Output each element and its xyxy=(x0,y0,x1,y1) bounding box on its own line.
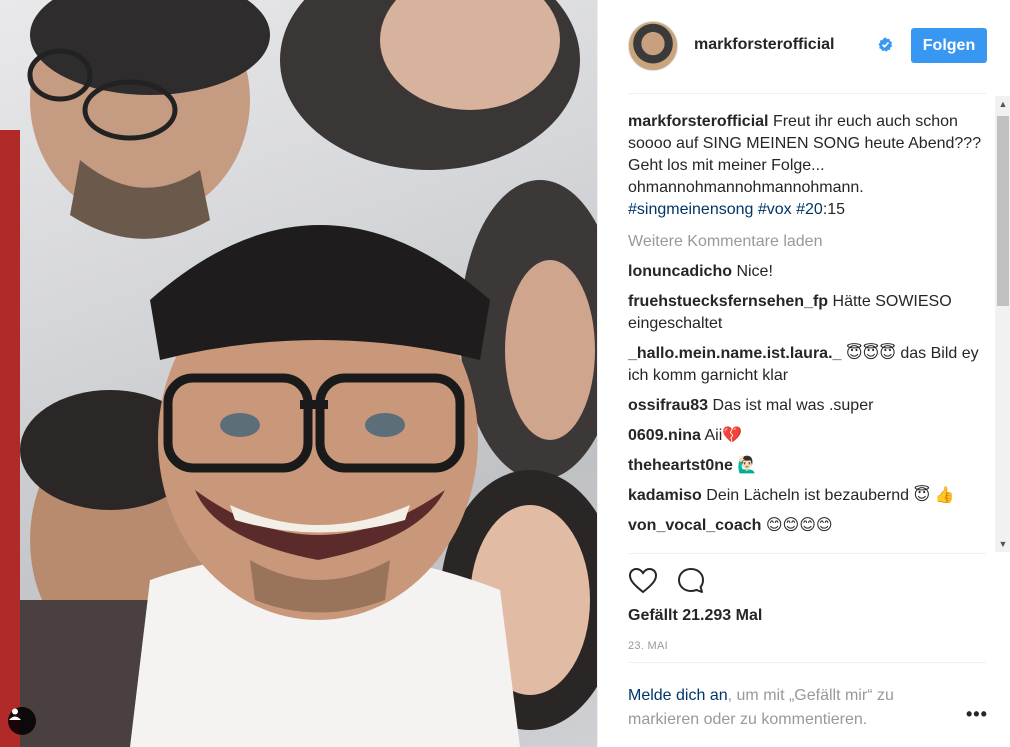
comment-username[interactable]: 0609.nina xyxy=(628,427,701,444)
login-link[interactable]: Melde dich an xyxy=(628,687,728,704)
header-username[interactable]: markforsterofficial xyxy=(694,36,835,54)
comment-text: Nice! xyxy=(732,263,773,280)
divider xyxy=(628,662,986,663)
comment-item: _hallo.mein.name.ist.laura._ 😇😇😇 das Bil… xyxy=(628,343,988,387)
more-options-icon[interactable]: ••• xyxy=(966,704,988,725)
heart-outline-icon[interactable] xyxy=(628,566,658,596)
comment-username[interactable]: kadamiso xyxy=(628,487,702,504)
comment-item: 0609.nina Aii💔 xyxy=(628,425,988,447)
user-tag-icon[interactable] xyxy=(8,707,36,735)
login-prompt: Melde dich an, um mit „Gefällt mir“ zu m… xyxy=(628,684,948,732)
comments-scrollbar[interactable]: ▲ ▼ xyxy=(995,96,1010,552)
comment-item: fruehstuecksfernsehen_fp Hätte SOWIESO e… xyxy=(628,291,988,335)
comment-username[interactable]: von_vocal_coach xyxy=(628,517,761,534)
post-caption: markforsterofficial Freut ihr euch auch … xyxy=(628,111,988,221)
hashtag-link[interactable]: #20 xyxy=(796,201,823,218)
scrollbar-thumb[interactable] xyxy=(997,116,1009,306)
scroll-down-arrow-icon[interactable]: ▼ xyxy=(995,536,1010,552)
comment-item: kadamiso Dein Lächeln ist bezaubernd 😇 👍 xyxy=(628,485,988,507)
comment-text: Aii💔 xyxy=(700,427,743,444)
post-date[interactable]: 23. MAI xyxy=(628,640,668,652)
comment-username[interactable]: ossifrau83 xyxy=(628,397,708,414)
avatar[interactable] xyxy=(628,21,678,71)
comment-username[interactable]: _hallo.mein.name.ist.laura._ xyxy=(628,345,841,362)
likes-count[interactable]: Gefällt 21.293 Mal xyxy=(628,607,762,625)
comment-username[interactable]: lonuncadicho xyxy=(628,263,732,280)
comment-text: Dein Lächeln ist bezaubernd 😇 👍 xyxy=(701,487,955,504)
comment-text: 🙋🏻‍♂️ xyxy=(732,457,758,474)
photo-illustration xyxy=(0,0,597,747)
comment-username[interactable]: theheartst0ne xyxy=(628,457,733,474)
caption-tail: :15 xyxy=(822,201,846,218)
hashtag-link[interactable]: #singmeinensong xyxy=(628,201,753,218)
follow-button[interactable]: Folgen xyxy=(911,28,987,63)
comment-text: Das ist mal was .super xyxy=(708,397,874,414)
comment-item: von_vocal_coach 😊😊😊😊 xyxy=(628,515,988,537)
comment-item: lonuncadicho Nice! xyxy=(628,261,988,283)
comment-username[interactable]: fruehstuecksfernsehen_fp xyxy=(628,293,828,310)
divider xyxy=(628,553,986,554)
post-photo[interactable] xyxy=(0,0,597,747)
comment-item: ossifrau83 Das ist mal was .super xyxy=(628,395,988,417)
post-side-panel: markforsterofficial Folgen markforsterof… xyxy=(597,0,1010,747)
load-more-comments-link[interactable]: Weitere Kommentare laden xyxy=(628,231,988,253)
speech-bubble-icon[interactable] xyxy=(676,566,706,596)
verified-badge-icon xyxy=(878,37,893,52)
comment-text: 😊😊😊😊 xyxy=(761,517,833,534)
scroll-up-arrow-icon[interactable]: ▲ xyxy=(995,96,1010,112)
comment-item: theheartst0ne 🙋🏻‍♂️ xyxy=(628,455,988,477)
caption-username[interactable]: markforsterofficial xyxy=(628,113,769,130)
post-header: markforsterofficial Folgen xyxy=(628,17,987,94)
comments-list[interactable]: markforsterofficial Freut ihr euch auch … xyxy=(628,96,988,552)
hashtag-link[interactable]: #vox xyxy=(758,201,792,218)
